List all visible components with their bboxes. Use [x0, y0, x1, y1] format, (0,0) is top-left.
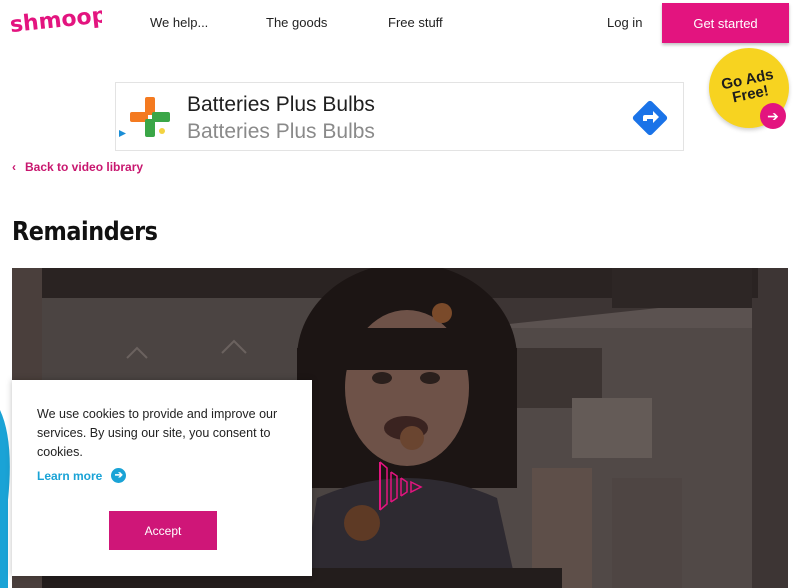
back-link-label: Back to video library — [25, 160, 144, 174]
nav-free-stuff[interactable]: Free stuff — [388, 15, 443, 30]
directions-arrow-icon[interactable] — [631, 99, 669, 137]
adchoices-icon[interactable] — [118, 129, 127, 138]
svg-text:shmoop: shmoop — [10, 3, 102, 38]
page-title: Remainders — [12, 217, 158, 247]
ad-banner[interactable]: Batteries Plus Bulbs Batteries Plus Bulb… — [115, 82, 684, 151]
chevron-left-icon: ‹ — [12, 160, 16, 174]
learn-more-label: Learn more — [37, 468, 103, 483]
site-header: shmoop We help... The goods Free stuff L… — [0, 0, 800, 46]
login-link[interactable]: Log in — [607, 15, 642, 30]
ad-title: Batteries Plus Bulbs — [187, 93, 375, 116]
nav-the-goods[interactable]: The goods — [266, 15, 327, 30]
accept-cookies-button[interactable]: Accept — [109, 511, 217, 550]
nav-we-help[interactable]: We help... — [150, 15, 208, 30]
back-to-library-link[interactable]: ‹ Back to video library — [12, 160, 143, 174]
cookie-message: We use cookies to provide and improve ou… — [37, 407, 278, 459]
learn-more-link[interactable]: Learn more ➔ — [37, 468, 127, 483]
batteries-plus-logo-icon — [130, 97, 170, 137]
cookie-banner: We use cookies to provide and improve ou… — [12, 380, 312, 576]
play-icon[interactable] — [377, 458, 427, 514]
go-ads-free-label: Go Ads Free! — [719, 65, 776, 107]
shmoop-logo[interactable]: shmoop — [10, 3, 102, 43]
arrow-right-icon: ➔ — [111, 468, 127, 483]
arrow-right-icon[interactable]: ➔ — [760, 103, 786, 129]
get-started-button[interactable]: Get started — [662, 3, 789, 43]
ad-subtitle: Batteries Plus Bulbs — [187, 120, 375, 143]
